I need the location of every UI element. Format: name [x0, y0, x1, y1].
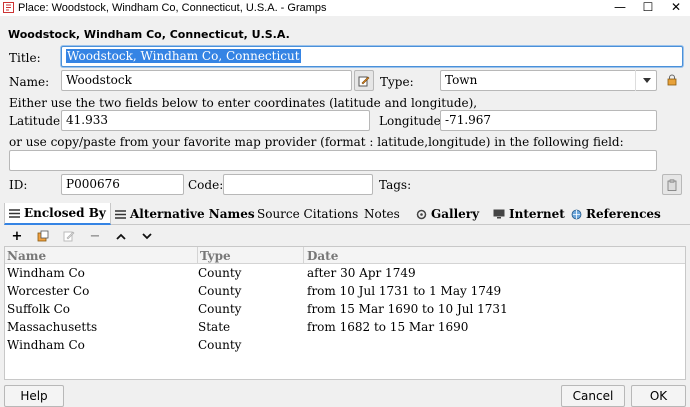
column-separator: [303, 247, 304, 264]
window-title: Place: Woodstock, Windham Co, Connecticu…: [18, 2, 327, 14]
add-button[interactable]: +: [4, 227, 30, 245]
maximize-button[interactable]: ☐: [634, 0, 662, 16]
cancel-button[interactable]: Cancel: [561, 385, 625, 407]
tab-alternative-names[interactable]: Alternative Names: [111, 203, 259, 225]
tab-label: Source Citations: [257, 206, 359, 221]
share-existing-button[interactable]: [30, 227, 56, 245]
cell-name: Windham Co: [7, 266, 85, 280]
list-icon: [115, 209, 126, 219]
name-input[interactable]: Woodstock: [61, 70, 352, 91]
tab-label: Enclosed By: [24, 205, 106, 220]
tags-label: Tags:: [379, 178, 412, 192]
edit-icon: [358, 76, 370, 86]
tab-notes[interactable]: Notes: [360, 203, 404, 225]
table-header: Name Type Date: [5, 247, 685, 264]
id-label: ID:: [9, 178, 28, 192]
share-type-button[interactable]: [665, 73, 679, 87]
tab-label: Notes: [364, 206, 400, 221]
table-row[interactable]: Worcester Co County from 10 Jul 1731 to …: [5, 282, 685, 300]
longitude-label: Longitude:: [379, 114, 445, 128]
chevron-up-icon: [116, 233, 126, 240]
cell-name: Suffolk Co: [7, 302, 71, 316]
table-row[interactable]: Massachusetts State from 1682 to 15 Mar …: [5, 318, 685, 336]
latitude-input[interactable]: 41.933: [61, 110, 370, 131]
latitude-label: Latitude:: [9, 114, 65, 128]
minimize-button[interactable]: —: [606, 0, 634, 16]
references-icon: [571, 209, 582, 219]
column-header-date[interactable]: Date: [307, 249, 338, 263]
minus-icon: −: [89, 228, 101, 244]
private-lock-icon: [667, 74, 677, 86]
close-button[interactable]: ✕: [662, 0, 690, 16]
cell-name: Massachusetts: [7, 320, 98, 334]
tab-references[interactable]: References: [567, 203, 665, 225]
tab-gallery[interactable]: Gallery: [412, 203, 483, 225]
coordinates-paste-input[interactable]: [9, 150, 657, 171]
tab-label: References: [586, 206, 661, 221]
chevron-down-icon: [642, 78, 651, 83]
cell-type: County: [198, 338, 242, 352]
tab-label: Alternative Names: [130, 206, 255, 221]
chevron-down-icon: [142, 232, 152, 239]
code-input[interactable]: [223, 174, 373, 195]
tab-label: Gallery: [431, 206, 480, 221]
edit-name-button[interactable]: [354, 70, 374, 91]
edit-tags-button[interactable]: [662, 174, 682, 195]
type-label: Type:: [380, 75, 414, 89]
type-combo[interactable]: Town: [440, 70, 657, 91]
move-down-button[interactable]: [134, 227, 160, 245]
help-button[interactable]: Help: [4, 385, 64, 407]
cell-type: County: [198, 284, 242, 298]
id-input[interactable]: P000676: [61, 174, 184, 195]
move-up-button[interactable]: [108, 227, 134, 245]
plus-icon: +: [11, 228, 23, 244]
type-dropdown-button[interactable]: [635, 70, 657, 91]
coordinates-hint: Either use the two fields below to enter…: [9, 96, 478, 110]
longitude-input[interactable]: -71.967: [440, 110, 657, 131]
edit-icon: [63, 231, 75, 242]
name-label: Name:: [9, 75, 50, 89]
cell-name: Worcester Co: [7, 284, 90, 298]
cell-date: from 1682 to 15 Mar 1690: [307, 320, 469, 334]
code-label: Code:: [188, 178, 224, 192]
cell-date: after 30 Apr 1749: [307, 266, 416, 280]
title-input[interactable]: Woodstock, Windham Co, Connecticut: [61, 46, 683, 67]
gramps-app-icon: [3, 2, 14, 13]
table-row[interactable]: Windham Co County: [5, 336, 685, 354]
place-heading: Woodstock, Windham Co, Connecticut, U.S.…: [8, 28, 290, 41]
tab-bar: Enclosed By Alternative Names Source Cit…: [4, 203, 690, 225]
cell-date: from 10 Jul 1731 to 1 May 1749: [307, 284, 502, 298]
tab-label: Internet: [509, 206, 565, 221]
paste-hint: or use copy/paste from your favorite map…: [9, 135, 624, 149]
tab-internet[interactable]: Internet: [489, 203, 569, 225]
column-header-type[interactable]: Type: [200, 249, 231, 263]
type-combo-value: Town: [445, 73, 478, 87]
cell-date: from 15 Mar 1690 to 10 Jul 1731: [307, 302, 508, 316]
cell-type: State: [198, 320, 231, 334]
clipboard-icon: [667, 179, 677, 191]
cell-type: County: [198, 302, 242, 316]
tab-enclosed-by[interactable]: Enclosed By: [4, 203, 111, 225]
remove-button[interactable]: −: [82, 227, 108, 245]
table-row[interactable]: Suffolk Co County from 15 Mar 1690 to 10…: [5, 300, 685, 318]
enclosed-by-toolbar: + −: [4, 227, 160, 245]
column-separator: [197, 247, 198, 264]
edit-button[interactable]: [56, 227, 82, 245]
window-titlebar: Place: Woodstock, Windham Co, Connecticu…: [0, 0, 690, 16]
title-label: Title:: [9, 51, 41, 65]
enclosed-by-table: Name Type Date Windham Co County after 3…: [4, 246, 686, 380]
share-icon: [37, 230, 49, 242]
internet-icon: [493, 209, 505, 219]
title-input-text: Woodstock, Windham Co, Connecticut: [66, 49, 301, 63]
column-header-name[interactable]: Name: [7, 249, 46, 263]
ok-button[interactable]: OK: [631, 385, 686, 407]
list-icon: [9, 208, 20, 218]
cell-name: Windham Co: [7, 338, 85, 352]
gallery-icon: [416, 209, 427, 219]
table-row[interactable]: Windham Co County after 30 Apr 1749: [5, 264, 685, 282]
cell-type: County: [198, 266, 242, 280]
tab-source-citations[interactable]: Source Citations: [253, 203, 362, 225]
